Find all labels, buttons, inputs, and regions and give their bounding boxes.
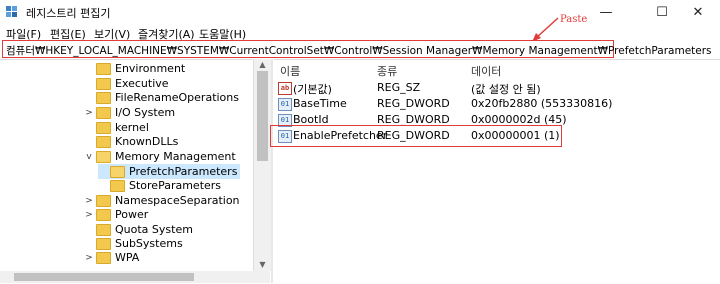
value-data: (값 설정 안 됨) [471, 83, 541, 96]
chevron-icon[interactable] [98, 167, 108, 177]
column-header-data[interactable]: 데이터 [471, 63, 501, 79]
registry-editor-icon [6, 6, 17, 17]
tree-item-kernel[interactable]: kernel [84, 120, 149, 135]
folder-icon [96, 77, 111, 90]
values-pane[interactable]: 이름 종류 데이터 ab (기본값) REG_SZ (값 설정 안 됨) 01 … [274, 59, 720, 284]
folder-icon [96, 62, 111, 75]
column-header-type[interactable]: 종류 [377, 63, 397, 79]
folder-icon [96, 237, 111, 250]
pane-splitter[interactable] [271, 59, 273, 283]
window-title: 레지스트리 편집기 [26, 7, 111, 20]
tree-item-memory-management[interactable]: v Memory Management [84, 149, 236, 164]
tree-item-label: SubSystems [115, 237, 183, 250]
folder-icon [96, 91, 111, 104]
tree-horizontal-scrollbar[interactable] [0, 271, 270, 283]
tree-item-label: PrefetchParameters [129, 165, 238, 178]
tree-item-label: FileRenameOperations [115, 91, 239, 104]
chevron-right-icon[interactable]: > [84, 253, 94, 263]
tree-item-namespaceseparation[interactable]: > NamespaceSeparation [84, 193, 240, 208]
folder-icon [110, 179, 125, 192]
address-path: 컴퓨터₩HKEY_LOCAL_MACHINE₩SYSTEM₩CurrentCon… [6, 45, 712, 57]
folder-icon [96, 135, 111, 148]
folder-icon [96, 208, 111, 221]
tree-item-prefetchparameters[interactable]: PrefetchParameters [98, 164, 241, 179]
chevron-right-icon[interactable]: > [84, 108, 94, 118]
tree-item-label: I/O System [115, 106, 176, 119]
scroll-thumb[interactable] [257, 71, 268, 161]
chevron-icon[interactable] [84, 64, 94, 74]
tree-item-io-system[interactable]: > I/O System [84, 105, 175, 120]
folder-open-icon [110, 165, 125, 178]
value-data: 0x20fb2880 (553330816) [471, 97, 613, 110]
chevron-icon[interactable] [84, 239, 94, 249]
chevron-icon[interactable] [98, 181, 108, 191]
tree-item-label: StoreParameters [129, 179, 222, 192]
chevron-icon[interactable] [84, 123, 94, 133]
tree-item-label: KnownDLLs [115, 135, 179, 148]
tree-item-wpa[interactable]: > WPA [84, 250, 139, 265]
tree-vertical-scrollbar[interactable]: ▲ ▼ [253, 59, 271, 271]
enableprefetcher-highlight [270, 125, 562, 147]
value-type: REG_DWORD [377, 97, 450, 110]
folder-icon [96, 223, 111, 236]
tree-item-knowndlls[interactable]: KnownDLLs [84, 134, 178, 149]
tree-item-executive[interactable]: Executive [84, 76, 169, 91]
minimize-button[interactable]: — [583, 0, 629, 24]
folder-icon [96, 106, 111, 119]
title-bar: 레지스트리 편집기 — ☐ ✕ [0, 0, 720, 24]
key-tree[interactable]: Environment Executive FileRenameOperatio… [0, 59, 252, 284]
tree-item-label: kernel [115, 121, 149, 134]
value-name: BaseTime [293, 97, 347, 110]
scroll-up-icon[interactable]: ▲ [254, 59, 271, 71]
chevron-down-icon[interactable]: v [84, 152, 94, 162]
string-value-icon: ab [278, 82, 292, 95]
tree-item-label: Power [115, 208, 149, 221]
chevron-icon[interactable] [84, 137, 94, 147]
close-button[interactable]: ✕ [675, 0, 720, 24]
value-row[interactable]: ab (기본값) REG_SZ (값 설정 안 됨) [274, 80, 720, 96]
tree-item-subsystems[interactable]: SubSystems [84, 236, 183, 251]
tree-item-label: Quota System [115, 223, 193, 236]
address-bar[interactable]: 컴퓨터₩HKEY_LOCAL_MACHINE₩SYSTEM₩CurrentCon… [2, 40, 712, 58]
tree-item-filerenameoperations[interactable]: FileRenameOperations [84, 90, 239, 105]
value-name: (기본값) [293, 83, 332, 96]
value-type: REG_SZ [377, 81, 421, 94]
folder-icon [96, 251, 111, 264]
tree-item-label: WPA [115, 251, 140, 264]
folder-icon [96, 121, 111, 134]
scroll-down-icon[interactable]: ▼ [254, 259, 271, 271]
chevron-icon[interactable] [84, 93, 94, 103]
chevron-right-icon[interactable]: > [84, 196, 94, 206]
chevron-right-icon[interactable]: > [84, 210, 94, 220]
tree-item-label: Executive [115, 77, 169, 90]
value-row[interactable]: 01 BaseTime REG_DWORD 0x20fb2880 (553330… [274, 96, 720, 112]
folder-icon [96, 194, 111, 207]
tree-item-storeparameters[interactable]: StoreParameters [98, 178, 221, 193]
tree-item-label: Memory Management [115, 150, 236, 163]
scroll-thumb[interactable] [14, 273, 194, 281]
tree-item-label: Environment [115, 62, 186, 75]
tree-item-power[interactable]: > Power [84, 207, 148, 222]
dword-value-icon: 01 [278, 98, 292, 111]
chevron-icon[interactable] [84, 79, 94, 89]
tree-item-label: NamespaceSeparation [115, 194, 240, 207]
tree-item-quota-system[interactable]: Quota System [84, 222, 193, 237]
chevron-icon[interactable] [84, 225, 94, 235]
folder-open-icon [96, 150, 111, 163]
tree-item-environment[interactable]: Environment [84, 61, 185, 76]
column-header-name[interactable]: 이름 [280, 63, 300, 79]
